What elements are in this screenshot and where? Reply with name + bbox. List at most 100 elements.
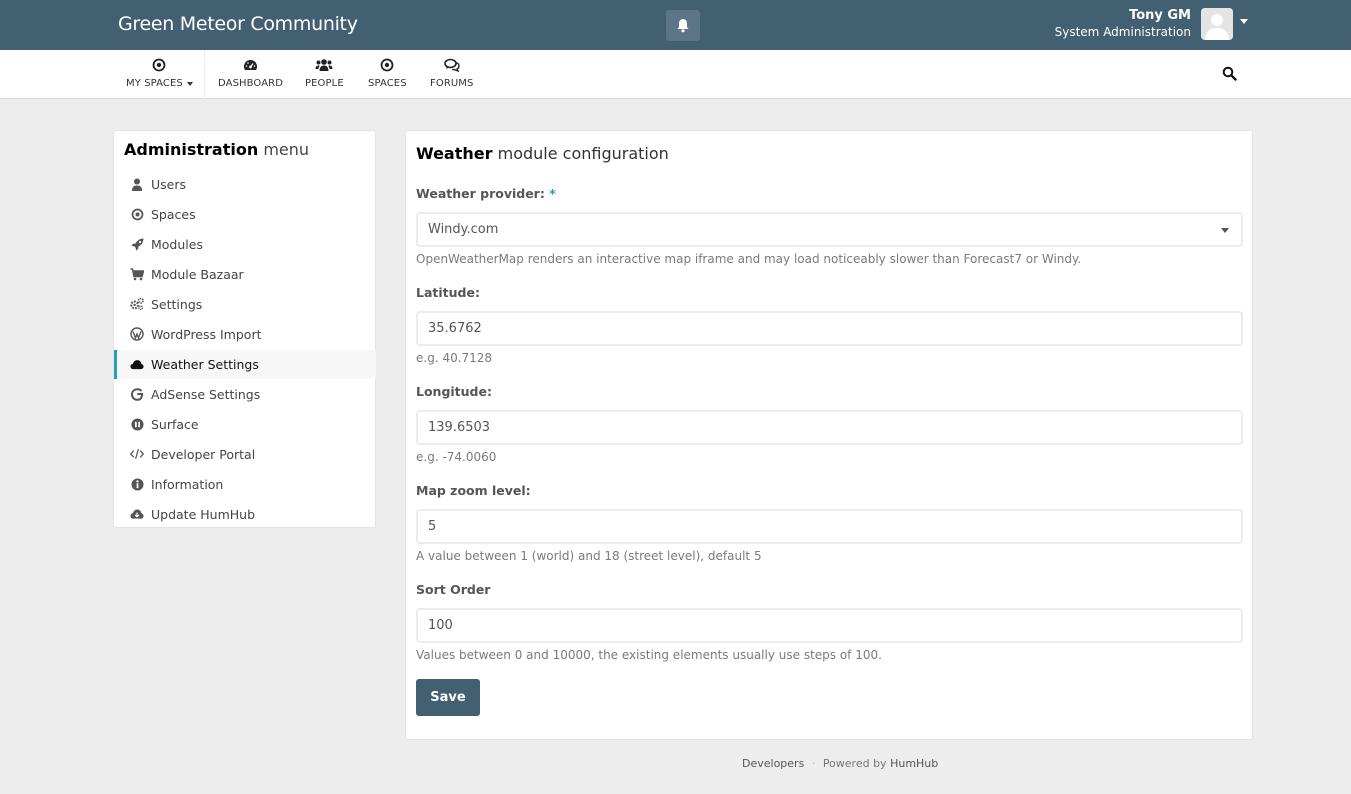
- nav-people-label: PEOPLE: [305, 78, 344, 89]
- developers-link[interactable]: Developers: [742, 757, 804, 770]
- sidebar-item-information[interactable]: Information: [114, 470, 376, 499]
- sort-order-input[interactable]: 100: [416, 608, 1243, 643]
- chevron-down-icon: [1221, 228, 1229, 233]
- zoom-input-value: 5: [428, 519, 437, 534]
- sidebar-item-label: Users: [151, 177, 187, 192]
- zoom-label: Map zoom level:: [416, 483, 531, 498]
- sidebar-title-bold: Administration: [124, 140, 259, 159]
- nav-divider: [204, 50, 205, 99]
- search-button[interactable]: [1222, 66, 1237, 85]
- user-silhouette-icon: [1201, 8, 1233, 40]
- sidebar-item-wordpress-import[interactable]: WordPress Import: [114, 320, 376, 349]
- sidebar-item-label: WordPress Import: [151, 327, 262, 342]
- nav-my-spaces-label: MY SPACES: [126, 78, 183, 89]
- nav-forums[interactable]: FORUMS: [430, 58, 473, 94]
- page-title-rest: module configuration: [497, 144, 669, 163]
- nav-forums-label: FORUMS: [430, 78, 474, 89]
- google-icon: [130, 387, 144, 401]
- pause-circle-icon: [130, 417, 144, 431]
- nav-my-spaces[interactable]: MY SPACES: [126, 58, 193, 94]
- nav-spaces[interactable]: SPACES: [368, 58, 407, 94]
- sidebar-item-label: Information: [151, 477, 224, 492]
- sidebar-item-module-bazaar[interactable]: Module Bazaar: [114, 260, 376, 289]
- sidebar-item-label: Surface: [151, 417, 199, 432]
- humhub-link[interactable]: HumHub: [890, 757, 938, 770]
- sidebar-item-weather-settings[interactable]: Weather Settings: [114, 350, 376, 379]
- footer: Developers · Powered by HumHub: [742, 757, 938, 770]
- account-dropdown-caret-icon[interactable]: [1240, 19, 1248, 24]
- sidebar-item-label: Modules: [151, 237, 203, 252]
- sort-order-label: Sort Order: [416, 582, 491, 597]
- zoom-hint: A value between 1 (world) and 18 (street…: [416, 549, 762, 563]
- rocket-icon: [130, 237, 144, 251]
- powered-by-text: Powered by: [822, 757, 887, 770]
- sort-order-hint: Values between 0 and 10000, the existing…: [416, 648, 882, 662]
- latitude-input[interactable]: 35.6762: [416, 311, 1243, 346]
- provider-hint: OpenWeatherMap renders an interactive ma…: [416, 252, 1082, 266]
- administration-menu: Administration menu Users Spaces Modules…: [113, 130, 376, 528]
- sidebar-item-users[interactable]: Users: [114, 170, 376, 199]
- longitude-label: Longitude:: [416, 384, 492, 399]
- sort-order-input-value: 100: [428, 618, 453, 633]
- sidebar-item-label: Spaces: [151, 207, 196, 222]
- provider-select[interactable]: Windy.com: [416, 212, 1243, 247]
- search-icon: [1222, 66, 1237, 81]
- provider-label: Weather provider: *: [416, 186, 556, 201]
- nav-dashboard[interactable]: DASHBOARD: [218, 58, 283, 94]
- zoom-input[interactable]: 5: [416, 509, 1243, 544]
- sidebar-item-modules[interactable]: Modules: [114, 230, 376, 259]
- longitude-input-value: 139.6503: [428, 420, 491, 435]
- latitude-hint: e.g. 40.7128: [416, 351, 493, 365]
- longitude-input[interactable]: 139.6503: [416, 410, 1243, 445]
- provider-select-value: Windy.com: [428, 222, 499, 237]
- weather-config-panel: Weather module configuration Weather pro…: [405, 130, 1253, 740]
- avatar[interactable]: [1201, 8, 1233, 40]
- page-title-bold: Weather: [416, 144, 493, 163]
- sidebar-item-update-humhub[interactable]: Update HumHub: [114, 500, 376, 529]
- latitude-input-value: 35.6762: [428, 321, 482, 336]
- sidebar-item-settings[interactable]: Settings: [114, 290, 376, 319]
- nav-dashboard-label: DASHBOARD: [218, 78, 284, 89]
- sidebar-title: Administration menu: [124, 140, 309, 159]
- chevron-down-icon: [186, 81, 193, 86]
- code-icon: [130, 447, 144, 461]
- wordpress-icon: [130, 327, 144, 341]
- brand-title[interactable]: Green Meteor Community: [118, 13, 358, 35]
- cloud-icon: [130, 357, 144, 371]
- longitude-hint: e.g. -74.0060: [416, 450, 497, 464]
- user-role[interactable]: System Administration: [1055, 25, 1191, 39]
- dashboard-icon: [244, 60, 257, 70]
- user-name[interactable]: Tony GM: [1129, 8, 1191, 23]
- top-bar: Green Meteor Community Tony GM System Ad…: [0, 0, 1351, 50]
- cart-icon: [130, 267, 144, 281]
- dot-circle-icon: [130, 207, 144, 221]
- users-icon: [315, 59, 333, 71]
- dot-circle-icon: [153, 58, 166, 72]
- sidebar-item-label: Module Bazaar: [151, 267, 244, 282]
- sidebar-item-developer-portal[interactable]: Developer Portal: [114, 440, 376, 469]
- provider-label-text: Weather provider:: [416, 186, 545, 201]
- user-icon: [130, 177, 144, 191]
- cogs-icon: [130, 297, 144, 311]
- sidebar-item-label: AdSense Settings: [151, 387, 261, 402]
- sidebar-item-adsense-settings[interactable]: AdSense Settings: [114, 380, 376, 409]
- nav-spaces-label: SPACES: [368, 78, 407, 89]
- save-button[interactable]: Save: [416, 679, 480, 716]
- sidebar-item-label: Settings: [151, 297, 203, 312]
- page-title: Weather module configuration: [416, 144, 669, 163]
- sidebar-item-surface[interactable]: Surface: [114, 410, 376, 439]
- sidebar-item-label: Weather Settings: [151, 357, 259, 372]
- required-marker: *: [549, 186, 556, 201]
- dot-circle-icon: [380, 58, 394, 72]
- footer-separator: ·: [811, 757, 816, 770]
- sidebar-item-spaces[interactable]: Spaces: [114, 200, 376, 229]
- nav-people[interactable]: PEOPLE: [305, 58, 344, 94]
- sidebar-item-label: Developer Portal: [151, 447, 256, 462]
- info-circle-icon: [130, 477, 144, 491]
- notifications-button[interactable]: [666, 10, 700, 41]
- cloud-download-icon: [130, 507, 144, 521]
- sidebar-title-rest: menu: [263, 140, 310, 159]
- latitude-label: Latitude:: [416, 285, 480, 300]
- bell-icon: [677, 19, 689, 33]
- main-navigation: MY SPACES DASHBOARD PEOPLE SPACES FORUMS: [0, 50, 1351, 99]
